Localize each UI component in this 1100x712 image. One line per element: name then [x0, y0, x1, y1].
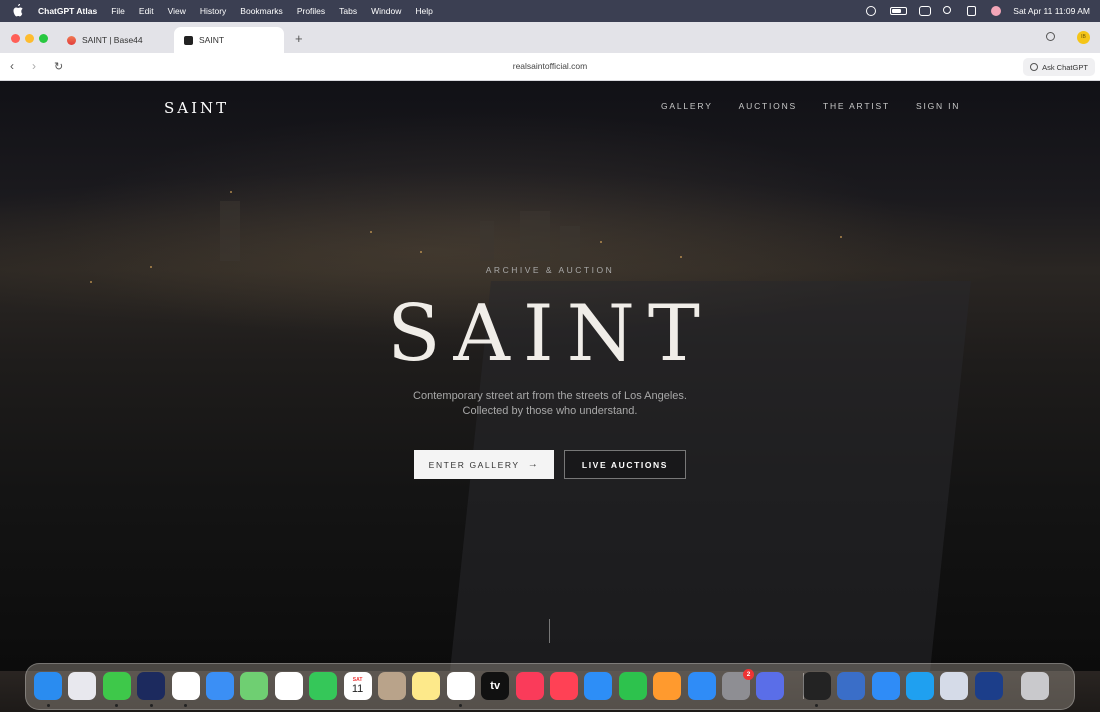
address-bar: ‹ › ↻ realsaintofficial.com Ask ChatGPT [0, 53, 1100, 81]
menu-tabs[interactable]: Tabs [339, 6, 357, 16]
ask-chatgpt-label: Ask ChatGPT [1042, 62, 1088, 72]
nav-sign-in[interactable]: SIGN IN [916, 101, 960, 111]
tab-label: SAINT [199, 35, 225, 45]
battery-icon[interactable] [890, 7, 908, 15]
menubar-clock[interactable]: Sat Apr 11 11:09 AM [1013, 6, 1090, 16]
new-tab-plus-icon[interactable]: + [295, 31, 303, 46]
messages-icon[interactable] [102, 672, 131, 700]
finder-icon[interactable] [34, 672, 62, 700]
saint-favicon-icon [184, 35, 193, 45]
scroll-indicator [549, 619, 550, 643]
freeform-icon[interactable] [446, 672, 475, 700]
ask-chatgpt-button[interactable]: Ask ChatGPT [1023, 58, 1095, 76]
live-auctions-button[interactable]: LIVE AUCTIONS [564, 450, 686, 479]
menu-profiles[interactable]: Profiles [297, 6, 325, 16]
nav-auctions[interactable]: AUCTIONS [739, 101, 797, 111]
control-center-icon[interactable] [967, 6, 979, 16]
spotlight-search-icon[interactable] [943, 6, 955, 16]
utility-2-icon[interactable] [837, 672, 866, 700]
enter-gallery-button[interactable]: ENTER GALLERY → [414, 450, 554, 479]
apple-icon[interactable] [12, 3, 24, 18]
utility-3-icon[interactable] [940, 672, 969, 700]
safari-icon[interactable] [871, 672, 900, 700]
menu-help[interactable]: Help [415, 6, 432, 16]
pages-icon[interactable] [653, 672, 682, 700]
launchpad-icon[interactable] [68, 672, 97, 700]
enter-gallery-label: ENTER GALLERY [428, 459, 520, 470]
site-nav: GALLERY AUCTIONS THE ARTIST SIGN IN [661, 101, 960, 111]
mail-icon[interactable] [206, 672, 234, 700]
hero-eyebrow: ARCHIVE & AUCTION [485, 265, 615, 275]
tab-saint-base44[interactable]: SAINT | Base44 [57, 27, 172, 53]
calendar-day-label: 11 [351, 683, 364, 695]
menu-edit[interactable]: Edit [139, 6, 154, 16]
system-settings-icon[interactable]: 2 [722, 669, 754, 700]
music-icon[interactable] [515, 672, 544, 700]
running-indicator [149, 704, 153, 707]
siri-icon[interactable] [991, 6, 1002, 16]
calendar-icon[interactable]: SAT 11 [343, 672, 372, 700]
menu-bar: ChatGPT Atlas File Edit View History Boo… [0, 0, 1100, 22]
hero-title: SAINT [387, 289, 713, 379]
tab-bar: SAINT | Base44 SAINT + IB [0, 22, 1100, 53]
menu-history[interactable]: History [200, 6, 226, 16]
minimize-window-button[interactable] [25, 34, 34, 43]
site-logo[interactable]: SAINT [164, 99, 229, 117]
tab-saint-active[interactable]: SAINT [174, 27, 284, 53]
atlas-icon[interactable] [137, 672, 166, 700]
menu-view[interactable]: View [168, 6, 186, 16]
contacts-icon[interactable] [378, 672, 406, 700]
tv-icon[interactable]: tv [481, 672, 510, 700]
tab-label: SAINT | Base44 [82, 35, 143, 45]
chatgpt-icon [1030, 63, 1039, 71]
hero-section: SAINT GALLERY AUCTIONS THE ARTIST SIGN I… [0, 81, 1100, 671]
close-window-button[interactable] [11, 34, 20, 43]
maps-icon[interactable] [240, 672, 269, 700]
url-field[interactable]: realsaintofficial.com [0, 61, 1100, 71]
facetime-icon[interactable] [309, 672, 338, 700]
app-store-icon[interactable] [687, 672, 716, 700]
live-auctions-label: LIVE AUCTIONS [581, 459, 669, 470]
arrow-right-icon: → [527, 459, 540, 470]
chrome-icon[interactable] [171, 672, 200, 700]
notes-icon[interactable] [412, 672, 441, 700]
iphone-mirroring-icon[interactable] [756, 672, 785, 700]
nav-the-artist[interactable]: THE ARTIST [823, 101, 890, 111]
dock-separator [803, 673, 804, 699]
hero-tagline: Contemporary street art from the streets… [0, 389, 1100, 419]
news-icon[interactable] [550, 672, 578, 700]
tagline-line-1: Contemporary street art from the streets… [413, 390, 687, 402]
notification-badge: 2 [743, 669, 754, 680]
numbers-icon[interactable] [618, 672, 647, 700]
photos-icon[interactable] [274, 672, 303, 700]
quicktime-icon[interactable] [906, 672, 934, 700]
keynote-icon[interactable] [584, 672, 613, 700]
nav-gallery[interactable]: GALLERY [661, 101, 713, 111]
utility-4-icon[interactable] [974, 672, 1003, 700]
tagline-line-2: Collected by those who understand. [462, 405, 638, 417]
tab-search-icon[interactable] [1046, 32, 1055, 41]
menu-file[interactable]: File [111, 6, 125, 16]
base44-favicon-icon [67, 35, 76, 45]
fullscreen-window-button[interactable] [39, 34, 48, 43]
app-menu-name[interactable]: ChatGPT Atlas [38, 6, 97, 16]
running-indicator [46, 704, 50, 707]
profile-avatar[interactable]: IB [1077, 31, 1090, 44]
menu-window[interactable]: Window [371, 6, 401, 16]
user-switch-icon[interactable] [866, 6, 878, 16]
screen-mirroring-icon[interactable] [919, 6, 932, 16]
utility-1-icon[interactable] [802, 672, 831, 700]
trash-icon[interactable] [1021, 672, 1050, 700]
menu-bookmarks[interactable]: Bookmarks [240, 6, 283, 16]
